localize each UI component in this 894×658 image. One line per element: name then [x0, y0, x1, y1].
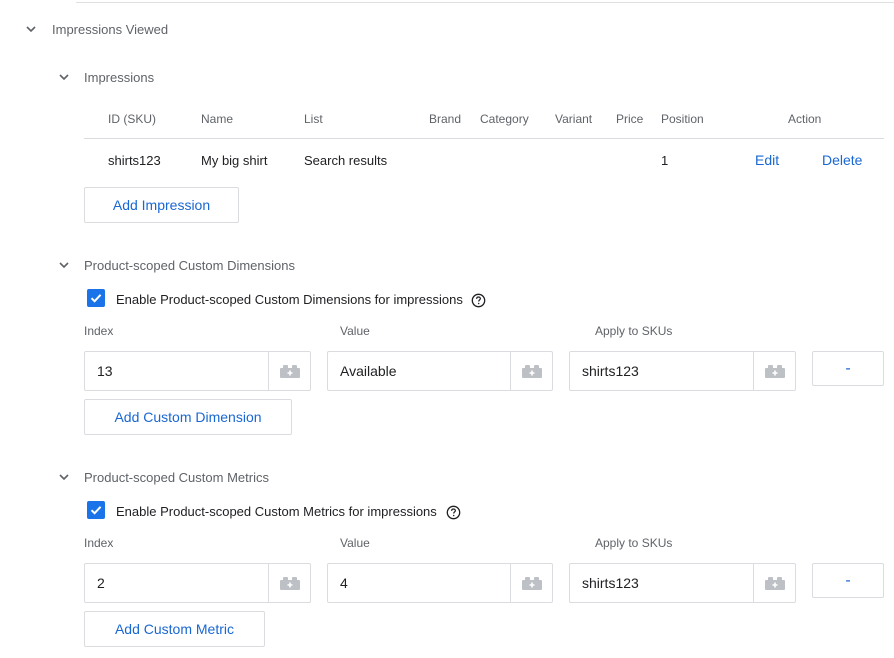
metrics-enable-checkbox[interactable]	[87, 501, 105, 519]
variable-brick-icon	[521, 577, 542, 590]
dimension-apply-field	[569, 351, 796, 391]
dimension-index-input[interactable]	[85, 352, 268, 390]
table-row: shirts123 My big shirt Search results 1 …	[84, 140, 884, 182]
dimensions-index-label: Index	[84, 324, 114, 338]
variable-brick-icon	[279, 577, 300, 590]
dimensions-enable-label: Enable Product-scoped Custom Dimensions …	[116, 292, 463, 307]
cell-position: 1	[661, 153, 669, 168]
add-custom-metric-button[interactable]: Add Custom Metric	[84, 611, 265, 647]
cell-list: Search results	[304, 153, 388, 168]
metric-apply-input[interactable]	[570, 564, 753, 602]
metrics-index-label: Index	[84, 536, 114, 550]
column-header-variant: Variant	[555, 112, 593, 126]
cell-name: My big shirt	[201, 153, 268, 168]
dimensions-enable-checkbox[interactable]	[87, 289, 105, 307]
dimensions-value-label: Value	[340, 324, 370, 338]
metrics-value-label: Value	[340, 536, 370, 550]
column-header-id: ID (SKU)	[108, 112, 156, 126]
add-impression-button[interactable]: Add Impression	[84, 187, 239, 223]
dimensions-apply-label: Apply to SKUs	[595, 324, 673, 338]
metrics-chevron-down-icon[interactable]	[57, 470, 71, 484]
dimension-value-field	[327, 351, 553, 391]
metric-value-input[interactable]	[328, 564, 510, 602]
metric-apply-field	[569, 563, 796, 603]
column-header-position: Position	[661, 112, 704, 126]
column-header-brand: Brand	[429, 112, 462, 126]
dimensions-title: Product-scoped Custom Dimensions	[84, 258, 295, 273]
column-header-action: Action	[788, 112, 822, 126]
cell-id: shirts123	[108, 153, 161, 168]
impressions-chevron-down-icon[interactable]	[57, 70, 71, 84]
column-header-list: List	[304, 112, 323, 126]
edit-link[interactable]: Edit	[755, 152, 779, 168]
metric-index-variable-button[interactable]	[268, 564, 310, 602]
check-icon	[90, 506, 102, 515]
dimension-apply-input[interactable]	[570, 352, 753, 390]
metric-apply-variable-button[interactable]	[753, 564, 795, 602]
metric-value-variable-button[interactable]	[510, 564, 552, 602]
check-icon	[90, 294, 102, 303]
dimension-value-input[interactable]	[328, 352, 510, 390]
impressions-title: Impressions	[84, 70, 155, 85]
impressions-viewed-title: Impressions Viewed	[52, 22, 169, 37]
metric-index-input[interactable]	[85, 564, 268, 602]
metrics-help-circle-icon[interactable]	[446, 505, 461, 520]
remove-dimension-button[interactable]: -	[812, 351, 884, 386]
dimensions-chevron-down-icon[interactable]	[57, 258, 71, 272]
variable-brick-icon	[279, 365, 300, 378]
column-header-price: Price	[616, 112, 644, 126]
metrics-title: Product-scoped Custom Metrics	[84, 470, 269, 485]
dimension-index-variable-button[interactable]	[268, 352, 310, 390]
metrics-enable-label: Enable Product-scoped Custom Metrics for…	[116, 504, 437, 519]
table-header-divider	[84, 138, 884, 139]
remove-metric-button[interactable]: -	[812, 563, 884, 598]
dimension-index-field	[84, 351, 311, 391]
variable-brick-icon	[764, 577, 785, 590]
impressions-viewed-chevron-down-icon[interactable]	[24, 22, 38, 36]
metric-index-field	[84, 563, 311, 603]
top-divider	[76, 2, 894, 3]
column-header-category: Category	[480, 112, 529, 126]
column-header-name: Name	[201, 112, 234, 126]
metrics-apply-label: Apply to SKUs	[595, 536, 673, 550]
delete-link[interactable]: Delete	[822, 152, 862, 168]
metric-value-field	[327, 563, 553, 603]
add-custom-dimension-button[interactable]: Add Custom Dimension	[84, 399, 292, 435]
variable-brick-icon	[521, 365, 542, 378]
dimension-value-variable-button[interactable]	[510, 352, 552, 390]
variable-brick-icon	[764, 365, 785, 378]
dimension-apply-variable-button[interactable]	[753, 352, 795, 390]
dimensions-help-circle-icon[interactable]	[471, 293, 486, 308]
